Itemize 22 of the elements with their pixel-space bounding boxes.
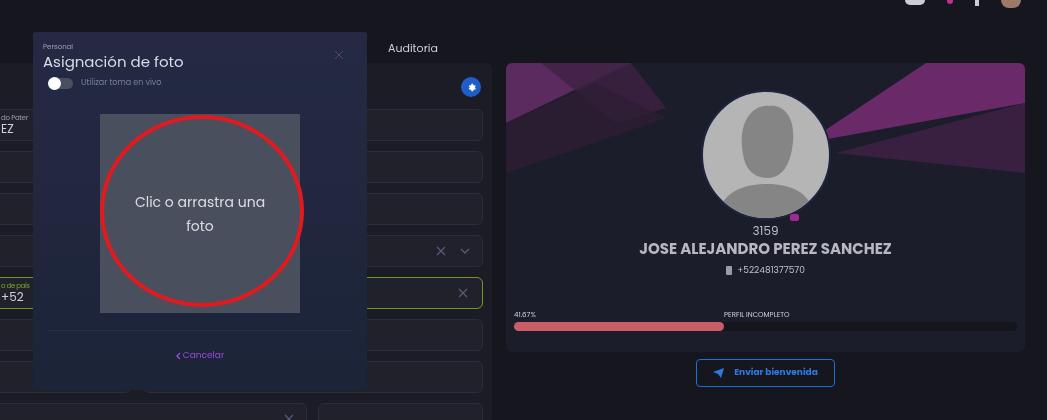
settings-icon[interactable] xyxy=(461,77,481,97)
cancel-link[interactable]: Cancelar xyxy=(175,349,225,363)
send-icon xyxy=(713,368,725,378)
field-value: +52 xyxy=(1,289,24,304)
welcome-button[interactable]: Enviar bienvenida xyxy=(696,359,835,387)
chevron-down-icon[interactable] xyxy=(460,248,470,254)
clear-icon[interactable] xyxy=(436,246,446,256)
dialog-title: Asignación de foto xyxy=(43,52,184,72)
toggle-label: Utilizar toma en vivo xyxy=(81,77,162,90)
chevron-left-icon xyxy=(175,352,181,360)
clear-icon[interactable] xyxy=(458,288,468,298)
avatar-icon[interactable] xyxy=(1001,0,1021,8)
camera-icon[interactable] xyxy=(790,214,799,221)
profile-phone: +522481377570 xyxy=(737,263,805,278)
tab[interactable]: Auditoria xyxy=(388,40,438,57)
live-toggle[interactable] xyxy=(48,77,73,89)
profile-id: 3159 xyxy=(752,222,779,240)
phone-icon xyxy=(726,266,733,275)
profile-name: JOSE ALEJANDRO PEREZ SANCHEZ xyxy=(639,240,892,259)
field-value: EZ xyxy=(1,121,15,136)
close-icon[interactable] xyxy=(334,50,344,60)
dropzone-text: Clic o arrastra una foto xyxy=(133,190,267,238)
